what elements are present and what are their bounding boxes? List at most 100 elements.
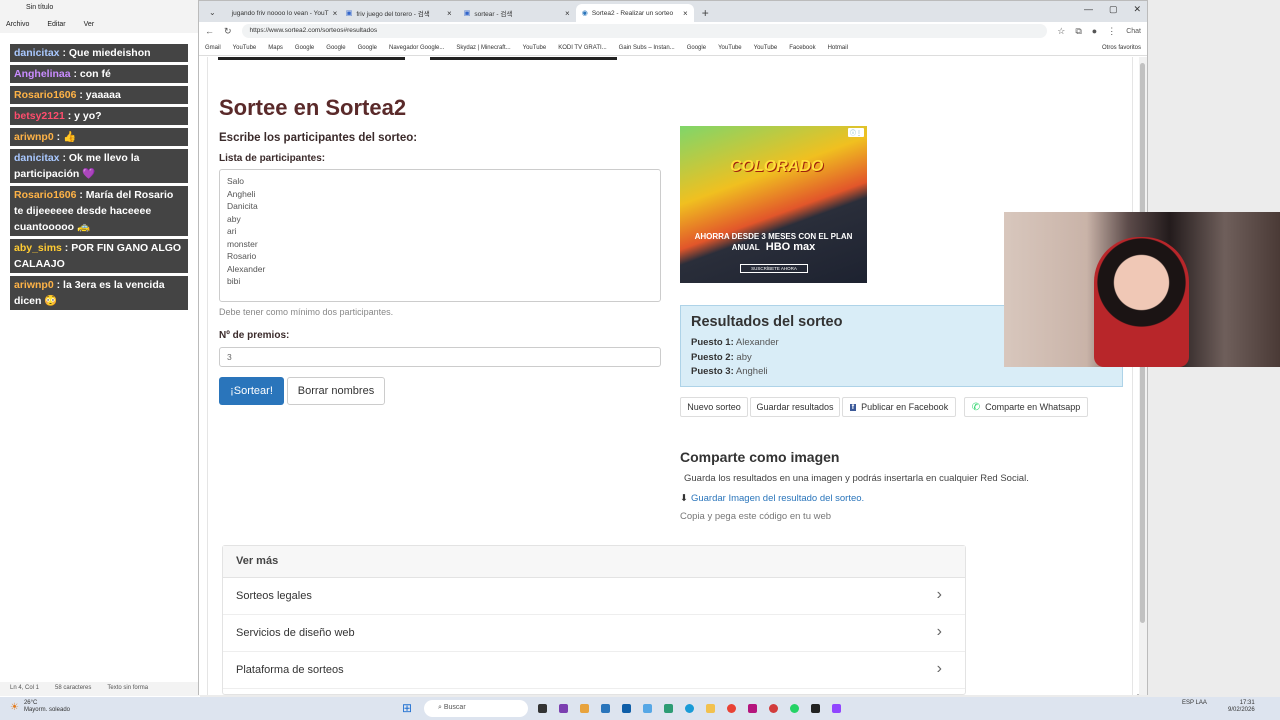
app-icon[interactable] [559, 704, 568, 713]
ver-mas-title: Ver más [223, 546, 965, 578]
menu-icon[interactable]: ⋮ [1107, 26, 1116, 37]
reload-icon[interactable]: ↻ [224, 26, 232, 37]
address-bar[interactable]: https://www.sortea2.com/sorteos#resultad… [241, 24, 1048, 38]
tab-label: Sortea2 - Realizar un sorteo [591, 9, 674, 17]
ad-cta[interactable]: SUSCRÍBETE AHORA [740, 264, 808, 273]
chat-message: Rosario1606 : yaaaaa [10, 86, 188, 104]
chrome-icon[interactable] [727, 704, 736, 713]
close-window-icon[interactable]: ✕ [1133, 4, 1141, 15]
app-icon[interactable] [643, 704, 652, 713]
prizes-input[interactable]: 3 [219, 347, 661, 367]
app-icon[interactable] [601, 704, 610, 713]
edge-icon[interactable] [685, 704, 694, 713]
app-icon[interactable] [748, 704, 757, 713]
bookmark-item[interactable]: Maps [268, 45, 283, 51]
minimize-icon[interactable]: — [1084, 4, 1093, 15]
bookmark-item[interactable]: YouTube [233, 45, 257, 51]
taskbar-search[interactable]: ⌕ Buscar [424, 700, 528, 717]
opera-icon[interactable] [769, 704, 778, 713]
bookmark-item[interactable]: Gain Subs – Instan... [619, 45, 675, 51]
webcam-overlay [1004, 212, 1280, 367]
bookmark-item[interactable]: Navegador Google... [389, 45, 444, 51]
bookmark-item[interactable]: Facebook [789, 45, 815, 51]
ver-mas-item-label: Servicios de diseño web [236, 627, 355, 639]
bookmark-item[interactable]: Google [295, 45, 314, 51]
page-scrollbar[interactable] [1139, 57, 1147, 695]
page-title: Sortee en Sortea2 [219, 95, 407, 120]
taskbar: ☀ 26°C Mayorm. soleado ⊞ ⌕ Buscar ESP LA… [0, 697, 1280, 720]
chevron-right-icon: › [936, 660, 942, 677]
borrar-nombres-button[interactable]: Borrar nombres [287, 377, 385, 405]
app-icon[interactable] [580, 704, 589, 713]
ver-mas-item[interactable]: Plataforma de sorteos › [223, 652, 965, 689]
folder-icon[interactable] [706, 704, 715, 713]
ver-mas-item[interactable]: Servicios de diseño web › [223, 615, 965, 652]
close-icon[interactable]: × [447, 9, 452, 18]
bookmark-item[interactable]: Gmail [205, 45, 221, 51]
bookmark-item[interactable]: Hotmail [828, 45, 848, 51]
status-position: Ln 4, Col 1 [10, 685, 40, 691]
bookmark-item[interactable]: KODI TV GRATI... [558, 45, 606, 51]
chat-message: Anghelinaa : con fé [10, 65, 188, 83]
extensions-icon[interactable]: ⧉ [1075, 26, 1081, 37]
tab-sortea2[interactable]: ◉ Sortea2 - Realizar un sorteo × [575, 4, 694, 22]
whatsapp-button[interactable]: ✆ Comparte en Whatsapp [964, 397, 1088, 417]
app-icon[interactable] [664, 704, 673, 713]
sortear-button[interactable]: ¡Sortear! [219, 377, 284, 405]
app-icon[interactable] [832, 704, 841, 713]
ad-choices-icon[interactable]: ⓘ⋮ [848, 128, 864, 137]
star-icon[interactable]: ☆ [1057, 26, 1065, 37]
facebook-icon: f [849, 403, 857, 411]
bookmark-item[interactable]: Skydaz | Minecraft... [456, 45, 510, 51]
result-winner: aby [736, 351, 752, 363]
chat-text: : Que miedeishon [62, 47, 151, 59]
chat-button[interactable]: Chat [1126, 28, 1141, 35]
hbo-max-ad[interactable]: ⓘ⋮ COLORADO AHORRA DESDE 3 MESES CON EL … [680, 126, 867, 283]
status-chars: 58 caracteres [55, 685, 92, 691]
bookmark-item[interactable]: Google [358, 45, 377, 51]
guardar-resultados-button[interactable]: Guardar resultados [750, 397, 840, 417]
participants-textarea[interactable]: Salo Angheli Danicita aby ari monster Rosario A… [219, 169, 661, 302]
bookmark-item[interactable]: YouTube [718, 45, 742, 51]
menu-archivo[interactable]: Archivo [6, 21, 29, 29]
back-icon[interactable]: ← [205, 26, 214, 36]
browser-toolbar: ← ↻ https://www.sortea2.com/sorteos#resu… [199, 22, 1147, 40]
tab-search-icon[interactable]: ⌄ [203, 8, 222, 22]
other-bookmarks-folder[interactable]: Otros favoritos [1102, 45, 1141, 51]
tab-sortear[interactable]: ▣ sortear - 검색 × [458, 4, 576, 22]
tab-youtube[interactable]: jugando friv noooo lo vean - YouT × [222, 4, 340, 22]
maximize-icon[interactable]: ▢ [1109, 4, 1118, 15]
bookmark-item[interactable]: Google [687, 45, 706, 51]
task-view-icon[interactable] [538, 704, 547, 713]
clock[interactable]: 17:31 9/02/2026 [1228, 700, 1255, 714]
publicar-facebook-button[interactable]: f Publicar en Facebook [842, 397, 956, 417]
search-icon: ▣ [463, 10, 471, 17]
save-image-link[interactable]: ⬇ Guardar Imagen del resultado del sorteo… [680, 493, 864, 504]
nuevo-sorteo-button[interactable]: Nuevo sorteo [680, 397, 748, 417]
new-tab-button[interactable]: + [694, 6, 717, 22]
language-indicator[interactable]: ESP LAA [1182, 700, 1207, 707]
ver-mas-item-label: Plataforma de sorteos [236, 664, 344, 676]
close-icon[interactable]: × [683, 9, 688, 18]
windows-start-icon[interactable]: ⊞ [402, 701, 412, 715]
weather-widget[interactable]: ☀ 26°C Mayorm. soleado [10, 700, 70, 714]
close-icon[interactable]: × [333, 9, 338, 18]
bookmark-item[interactable]: YouTube [523, 45, 547, 51]
app-icon[interactable] [622, 704, 631, 713]
ver-mas-item[interactable]: Sorteos legales › [223, 578, 965, 615]
prizes-label: Nº de premios: [219, 330, 290, 341]
whatsapp-label: Comparte en Whatsapp [985, 402, 1081, 412]
menu-ver[interactable]: Ver [84, 21, 95, 29]
app-icon[interactable] [811, 704, 820, 713]
participant-line: aby [227, 213, 241, 224]
whatsapp-icon[interactable] [790, 704, 799, 713]
menu-editar[interactable]: Editar [47, 21, 65, 29]
close-icon[interactable]: × [565, 9, 570, 18]
participant-line: Angheli [227, 188, 256, 199]
profile-icon[interactable]: ● [1092, 26, 1097, 36]
tab-friv[interactable]: ▣ friv juego del torero - 검색 × [340, 4, 458, 22]
chat-username: ariwnp0 [14, 131, 54, 143]
publicar-facebook-label: Publicar en Facebook [861, 402, 949, 412]
bookmark-item[interactable]: Google [326, 45, 345, 51]
bookmark-item[interactable]: YouTube [754, 45, 778, 51]
